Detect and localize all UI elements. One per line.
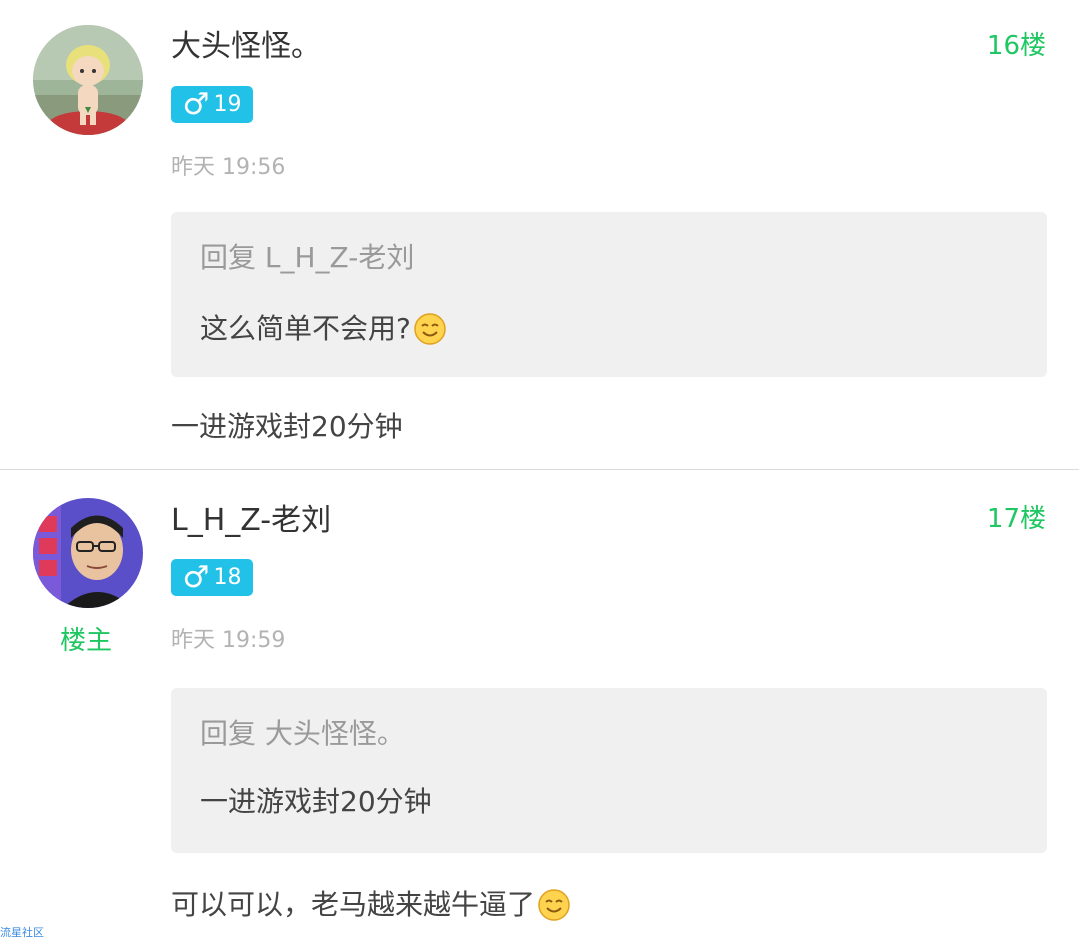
post-content: 一进游戏封20分钟 (171, 410, 403, 443)
quote-text: 一进游戏封20分钟 (200, 785, 432, 818)
watermark: 流星社区 (0, 926, 44, 939)
quote-text: 这么简单不会用? (200, 312, 411, 345)
quote-header: 回复 大头怪怪。 (200, 717, 405, 750)
quoted-reply[interactable]: 回复 大头怪怪。 一进游戏封20分钟 (171, 688, 1047, 853)
male-icon: ♂ (182, 559, 210, 595)
username[interactable]: 大头怪怪。 (171, 32, 321, 62)
male-icon: ♂ (182, 86, 210, 122)
post-content: 可以可以，老马越来越牛逼了 (171, 888, 571, 922)
gender-age-badge: ♂ 19 (171, 86, 253, 123)
op-badge: 楼主 (60, 626, 113, 656)
reply-post: 大头怪怪。 16楼 ♂ 19 昨天 19:56 回复 L_H_Z-老刘 这么简单… (0, 0, 1079, 469)
age-label: 19 (213, 91, 242, 117)
smile-emoji-icon (414, 313, 446, 345)
quote-content: 一进游戏封20分钟 (200, 788, 432, 816)
user-avatar[interactable] (33, 498, 143, 608)
reply-post: L_H_Z-老刘 17楼 ♂ 18 楼主 昨天 19:59 回复 大头怪怪。 一… (0, 470, 1079, 940)
post-text: 可以可以，老马越来越牛逼了 (171, 888, 536, 921)
floor-number: 17楼 (986, 504, 1046, 534)
quote-header: 回复 L_H_Z-老刘 (200, 241, 415, 274)
smile-emoji-icon (538, 889, 570, 921)
post-time: 昨天 19:56 (171, 155, 286, 180)
gender-age-badge: ♂ 18 (171, 559, 253, 596)
post-time: 昨天 19:59 (171, 628, 286, 653)
username[interactable]: L_H_Z-老刘 (171, 506, 331, 536)
floor-number: 16楼 (986, 31, 1046, 61)
age-label: 18 (213, 564, 242, 590)
quote-content: 这么简单不会用? (200, 312, 447, 346)
quoted-reply[interactable]: 回复 L_H_Z-老刘 这么简单不会用? (171, 212, 1047, 377)
user-avatar[interactable] (33, 25, 143, 135)
